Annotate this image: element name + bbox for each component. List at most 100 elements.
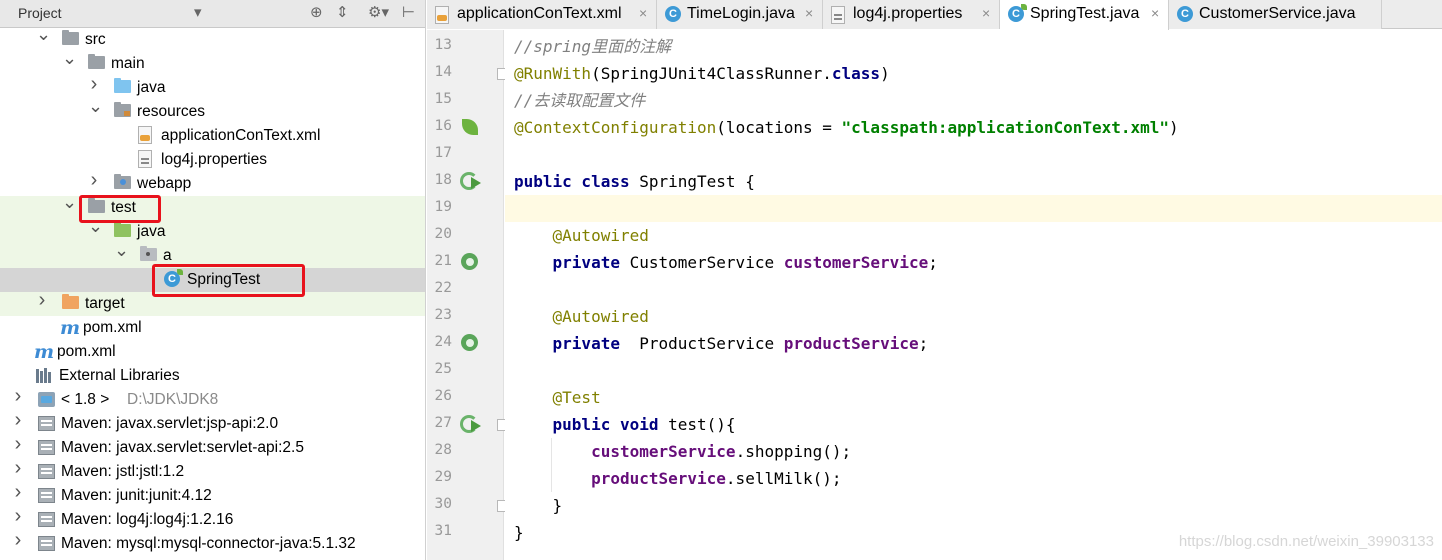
tree-item-label: Maven: log4j:log4j:1.2.16 (61, 511, 234, 528)
chevron-right-icon[interactable]: › (12, 458, 24, 478)
chevron-down-icon[interactable]: ▾ (194, 3, 202, 21)
tab-timelogin-java[interactable]: C TimeLogin.java × (657, 0, 823, 29)
tab-log4j-properties[interactable]: log4j.properties × (823, 0, 1000, 29)
chevron-right-icon[interactable]: › (88, 170, 100, 190)
tab-springtest-java[interactable]: C SpringTest.java × (1000, 0, 1169, 30)
code-token: @RunWith (514, 64, 592, 83)
close-icon[interactable]: × (982, 5, 990, 21)
maven-icon: m (34, 341, 55, 363)
line-number: 28 (434, 442, 452, 458)
run-icon[interactable] (460, 171, 482, 191)
code-token: productService (591, 469, 726, 488)
spring-xml-icon (138, 126, 152, 144)
tab-customerservice-java[interactable]: C CustomerService.java (1169, 0, 1382, 29)
target-icon[interactable]: ⊕ (310, 3, 323, 21)
line-number: 23 (434, 307, 452, 323)
code-token: productService (783, 334, 919, 353)
close-icon[interactable]: × (805, 5, 813, 21)
tab-applicationcontext-xml[interactable]: applicationConText.xml × (427, 0, 657, 29)
code-token: public void (552, 415, 669, 434)
code-editor[interactable]: //spring里面的注解 @RunWith(SpringJUnit4ClassR… (505, 30, 1442, 560)
chevron-right-icon[interactable]: › (12, 386, 24, 406)
chevron-right-icon[interactable]: › (12, 434, 24, 454)
tree-item-label: pom.xml (57, 343, 116, 360)
tree-item[interactable]: › Maven: log4j:log4j:1.2.16 (0, 506, 425, 532)
tree-item-label: Maven: javax.servlet:servlet-api:2.5 (61, 439, 304, 456)
line-number: 18 (434, 172, 452, 188)
chevron-down-icon[interactable]: ⌄ (114, 241, 129, 259)
chevron-right-icon[interactable]: › (36, 290, 48, 310)
tree-item-label: Maven: jstl:jstl:1.2 (61, 463, 185, 480)
chevron-down-icon[interactable]: ⌄ (88, 97, 103, 115)
tree-item[interactable]: log4j.properties (0, 148, 425, 172)
chevron-down-icon[interactable]: ⌄ (62, 193, 77, 211)
tree-item[interactable]: › < 1.8 > D:\JDK\JDK8 (0, 386, 425, 412)
tree-item[interactable]: › Maven: jstl:jstl:1.2 (0, 458, 425, 484)
run-icon[interactable] (460, 414, 482, 434)
chevron-right-icon[interactable]: › (88, 74, 100, 94)
tree-item-label: External Libraries (59, 367, 180, 384)
chevron-down-icon[interactable]: ⌄ (36, 25, 51, 43)
code-token: //去读取配置文件 (514, 91, 646, 110)
tab-label: log4j.properties (853, 5, 963, 22)
chevron-right-icon[interactable]: › (12, 506, 24, 526)
code-token: .shopping(); (735, 442, 852, 461)
tree-item-label: java (137, 79, 166, 96)
tree-item[interactable]: › Maven: mysql:mysql-connector-java:5.1.3… (0, 530, 425, 556)
code-token: @Autowired (552, 307, 649, 326)
tree-item[interactable]: m pom.xml (0, 316, 425, 340)
watermark: https://blog.csdn.net/weixin_39903133 (1178, 533, 1434, 550)
gear-icon[interactable]: ⚙▾ (368, 3, 389, 21)
tree-item[interactable]: applicationConText.xml (0, 124, 425, 148)
folder-icon (62, 30, 79, 45)
source-folder-icon (114, 78, 131, 93)
tree-item[interactable]: ⌄ test (0, 193, 425, 220)
code-token: class (831, 64, 881, 83)
excluded-folder-icon (62, 294, 79, 309)
tree-item[interactable]: ⌄ java (0, 217, 425, 244)
code-token: //spring里面的注解 (514, 37, 672, 56)
code-line: productService.sellMilk(); (505, 465, 1442, 492)
tree-item[interactable]: ⌄ main (0, 49, 425, 76)
tree-item[interactable]: External Libraries (0, 364, 425, 388)
code-token: ProductService (639, 334, 784, 353)
line-number: 16 (434, 118, 452, 134)
tree-item[interactable]: › Maven: javax.servlet:servlet-api:2.5 (0, 434, 425, 460)
code-line: @Autowired (505, 222, 1442, 249)
line-number: 31 (434, 523, 452, 539)
tree-item-label: java (137, 223, 166, 240)
spring-leaf-icon[interactable] (460, 117, 480, 137)
tree-item[interactable]: › Maven: junit:junit:4.12 (0, 482, 425, 508)
code-line (505, 195, 1442, 222)
tree-item[interactable]: › Maven: javax.servlet:jsp-api:2.0 (0, 410, 425, 436)
code-token: @ContextConfiguration (514, 118, 717, 137)
tree-item[interactable]: m pom.xml (0, 340, 425, 364)
line-number: 19 (434, 199, 452, 215)
collapse-icon[interactable]: ⇕ (336, 3, 349, 21)
chevron-right-icon[interactable]: › (12, 530, 24, 550)
spring-class-icon: C (1008, 4, 1027, 22)
close-icon[interactable]: × (1151, 5, 1159, 21)
class-icon: C (665, 6, 681, 22)
code-token: CustomerService (629, 253, 784, 272)
hide-icon[interactable]: ⊢ (402, 3, 415, 21)
tree-item[interactable]: ⌄ resources (0, 97, 425, 124)
code-token: } (514, 496, 563, 515)
chevron-right-icon[interactable]: › (12, 482, 24, 502)
libraries-icon (36, 368, 54, 383)
code-token: customerService (783, 253, 929, 272)
bean-icon[interactable] (460, 252, 480, 272)
bean-icon[interactable] (460, 333, 480, 353)
code-token: @Test (552, 388, 601, 407)
chevron-down-icon[interactable]: ⌄ (62, 49, 77, 67)
line-number: 29 (434, 469, 452, 485)
tree-item[interactable]: › java (0, 74, 425, 100)
chevron-right-icon[interactable]: › (12, 410, 24, 430)
close-icon[interactable]: × (639, 5, 647, 21)
project-panel-title[interactable]: Project (18, 5, 62, 21)
